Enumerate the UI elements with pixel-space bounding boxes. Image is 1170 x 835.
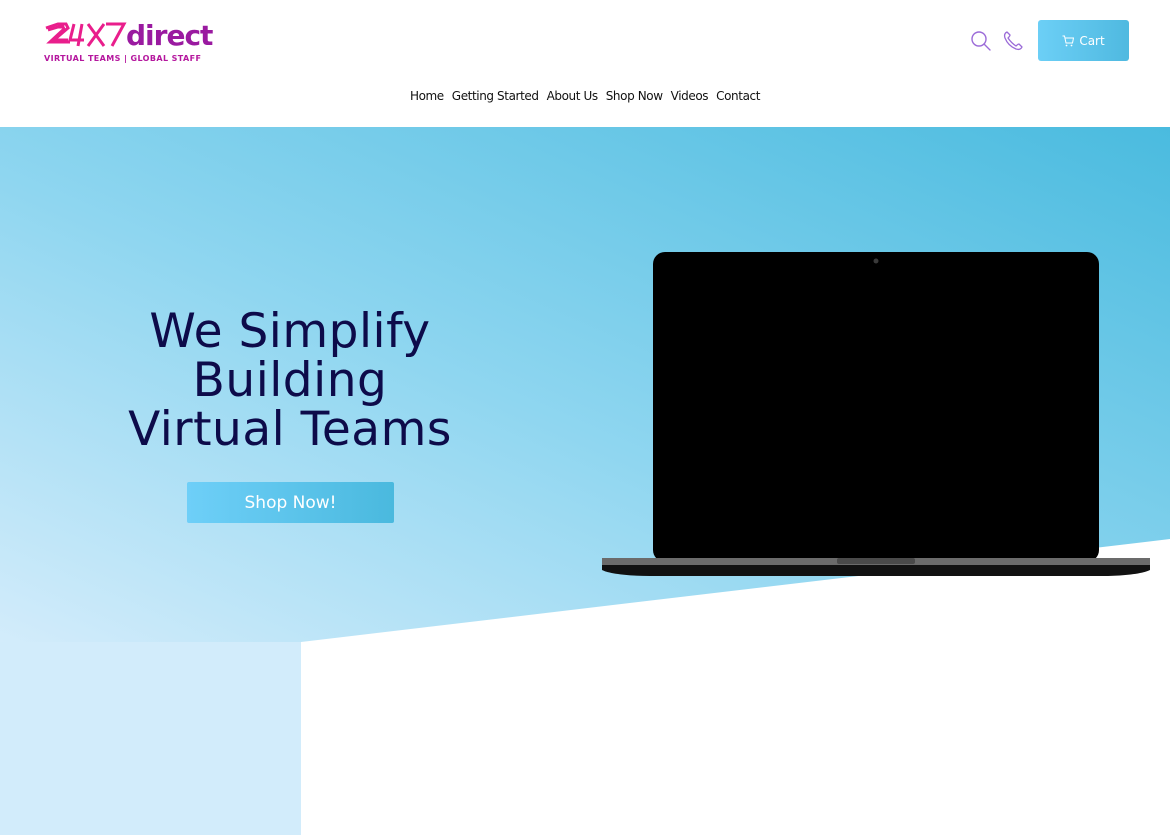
hero-title-line-3: Virtual Teams	[128, 402, 452, 457]
search-icon[interactable]	[968, 28, 994, 54]
nav-item-getting-started[interactable]: Getting Started	[452, 89, 539, 103]
phone-icon[interactable]	[1000, 28, 1026, 54]
logo-wordmark: direct	[126, 19, 213, 52]
cart-label: Cart	[1079, 33, 1105, 48]
logo-tagline: VIRTUAL TEAMS | GLOBAL STAFF	[44, 54, 202, 63]
hero-title-line-2: Building	[192, 353, 388, 408]
shop-now-button[interactable]: Shop Now!	[187, 482, 394, 523]
main-nav: Home Getting Started About Us Shop Now V…	[0, 89, 1170, 103]
site-header: direct VIRTUAL TEAMS | GLOBAL STAFF Cart	[0, 0, 1170, 127]
hero-title-line-1: We Simplify	[149, 304, 431, 359]
hero-section: We Simplify Building Virtual Teams Shop …	[0, 127, 1170, 642]
lower-decorative-panel	[0, 642, 301, 835]
laptop-image	[602, 252, 1150, 576]
cart-button[interactable]: Cart	[1038, 20, 1129, 61]
hero-title: We Simplify Building Virtual Teams	[90, 307, 490, 454]
nav-item-about-us[interactable]: About Us	[547, 89, 599, 103]
header-tools: Cart	[968, 20, 1129, 61]
nav-item-contact[interactable]: Contact	[716, 89, 760, 103]
nav-item-home[interactable]: Home	[410, 89, 444, 103]
nav-item-shop-now[interactable]: Shop Now	[606, 89, 663, 103]
cart-icon	[1062, 35, 1075, 47]
nav-item-videos[interactable]: Videos	[671, 89, 709, 103]
